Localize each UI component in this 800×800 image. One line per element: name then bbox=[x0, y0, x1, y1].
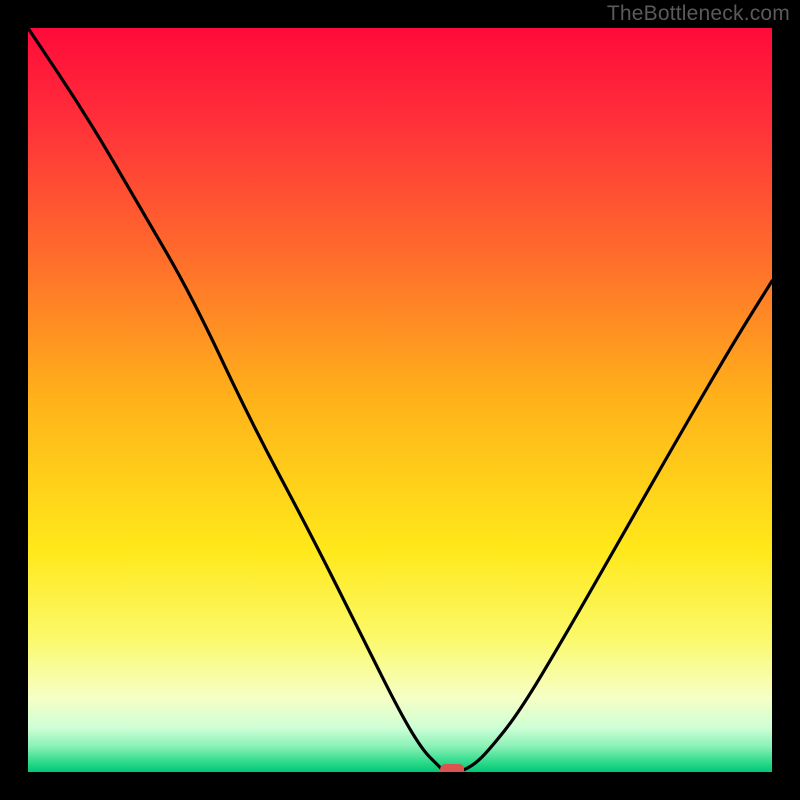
chart-frame: TheBottleneck.com bbox=[0, 0, 800, 800]
gradient-background bbox=[28, 28, 772, 772]
optimal-marker bbox=[440, 764, 464, 772]
attribution-label: TheBottleneck.com bbox=[607, 2, 790, 26]
bottleneck-chart bbox=[28, 28, 772, 772]
plot-area bbox=[28, 28, 772, 772]
